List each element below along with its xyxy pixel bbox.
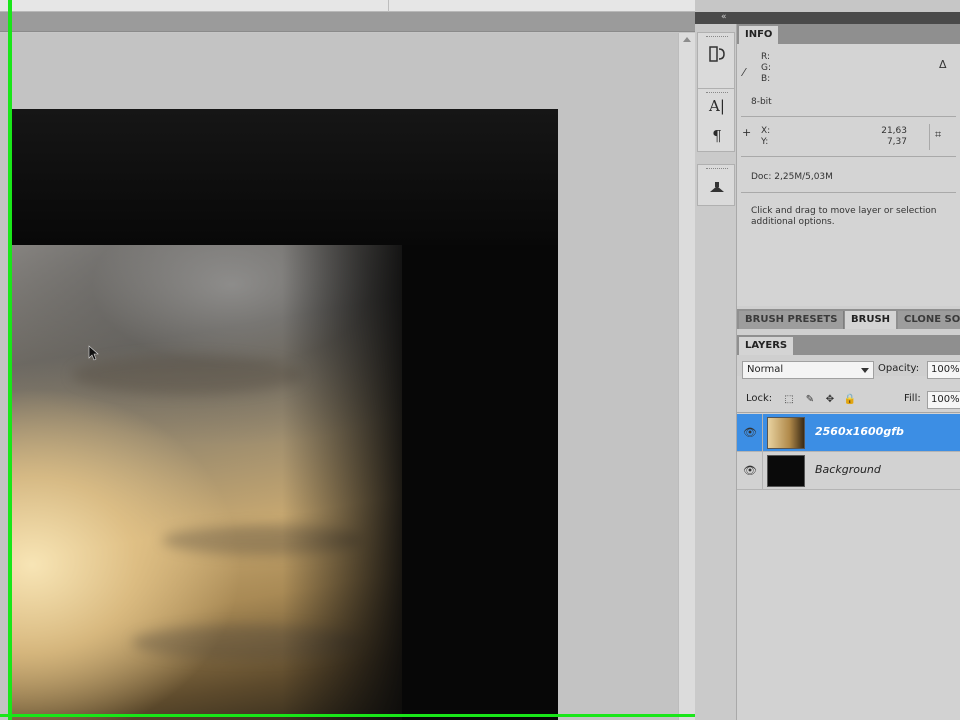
right-panel-stack: INFO ⁄ R: G: B: 8-bit Δ + X: Y: 21,63 7,… [737, 24, 960, 720]
sky-image-layer[interactable] [12, 245, 402, 720]
document-tab-bar[interactable] [0, 12, 695, 32]
y-label: Y: [761, 137, 769, 147]
panel-icon-dock: A| ¶ [695, 24, 737, 720]
blend-mode-select[interactable]: Normal [742, 361, 874, 379]
vertical-scrollbar[interactable] [678, 33, 695, 720]
info-divider [741, 192, 956, 193]
lock-position-icon[interactable]: ✥ [823, 392, 837, 406]
eyedropper-icon: ⁄ [743, 66, 745, 79]
history-icon[interactable] [706, 43, 728, 65]
eye-icon[interactable]: 👁 [742, 424, 758, 440]
brush-panel-collapsed [737, 329, 960, 334]
character-icon[interactable]: A| [706, 95, 728, 117]
chevron-down-icon [861, 368, 869, 373]
size-icon: ⌗ [935, 128, 942, 141]
layers-divider [737, 412, 960, 413]
x-value: 21,63 [881, 126, 907, 136]
tab-clone-source[interactable]: CLONE SO [898, 311, 960, 329]
visibility-divider [762, 414, 763, 452]
fill-input[interactable]: 100% [927, 391, 960, 409]
tool-hint-line1: Click and drag to move layer or selectio… [751, 206, 937, 216]
guide-line-vertical [8, 0, 12, 720]
bit-depth: 8-bit [751, 97, 772, 107]
tab-layers[interactable]: LAYERS [739, 337, 794, 355]
tab-info[interactable]: INFO [739, 26, 779, 44]
paragraph-icon[interactable]: ¶ [706, 125, 728, 147]
layers-tab-strip: LAYERS [737, 335, 960, 355]
clone-source-icon-group [697, 164, 735, 206]
photoshop-window: « A| ¶ INFO ⁄ R: G: B: 8-bit Δ + X: Y: 2… [0, 0, 960, 720]
layer-row[interactable]: 👁 2560x1600gfb [737, 414, 960, 452]
opacity-input[interactable]: 100% [927, 361, 960, 379]
info-divider [741, 156, 956, 157]
x-label: X: [761, 126, 771, 136]
scroll-up-icon[interactable] [683, 37, 691, 42]
blend-mode-value: Normal [747, 364, 784, 375]
document-size: Doc: 2,25M/5,03M [751, 172, 833, 182]
grip-handle[interactable] [706, 36, 728, 39]
layer-thumbnail [767, 417, 805, 449]
lock-image-icon[interactable]: ✎ [803, 392, 817, 406]
tool-hint-line2: additional options. [751, 217, 835, 227]
visibility-divider [762, 452, 763, 490]
layer-thumbnail [767, 455, 805, 487]
layer-row[interactable]: 👁 Background [737, 452, 960, 490]
clone-source-icon[interactable] [706, 177, 728, 199]
tab-brush-presets[interactable]: BRUSH PRESETS [739, 311, 845, 329]
opacity-label: Opacity: [878, 363, 920, 374]
collapse-arrows-icon[interactable]: « [721, 11, 726, 23]
info-panel: ⁄ R: G: B: 8-bit Δ + X: Y: 21,63 7,37 ⌗ … [737, 44, 960, 306]
fill-label: Fill: [904, 393, 921, 404]
type-icon-group: A| ¶ [697, 88, 735, 152]
b-label: B: [761, 74, 771, 84]
layer-name[interactable]: Background [815, 463, 881, 477]
panel-collapse-bar[interactable]: « [695, 12, 960, 24]
image-edge-fade [282, 245, 402, 720]
lock-label: Lock: [746, 393, 773, 404]
info-divider [741, 116, 956, 117]
tab-brush[interactable]: BRUSH [845, 311, 897, 329]
grip-handle[interactable] [706, 168, 728, 171]
strip-divider [388, 0, 389, 12]
info-column-divider [929, 124, 930, 150]
cloud-shape [72, 355, 302, 395]
layer-name[interactable]: 2560x1600gfb [815, 425, 904, 439]
eye-icon[interactable]: 👁 [742, 462, 758, 478]
document-title-strip [0, 0, 695, 12]
lock-transparency-icon[interactable]: ⬚ [782, 392, 796, 406]
g-label: G: [761, 63, 772, 73]
y-value: 7,37 [886, 137, 907, 147]
brush-tab-strip: BRUSH PRESETS BRUSH CLONE SO [737, 309, 960, 329]
delta-icon: Δ [939, 58, 947, 71]
info-tab-strip: INFO [737, 24, 960, 44]
history-icon-group [697, 32, 735, 90]
background-layer-area [8, 109, 558, 245]
r-label: R: [761, 52, 771, 62]
crosshair-icon: + [742, 126, 752, 139]
lock-all-icon[interactable]: 🔒 [843, 392, 857, 406]
